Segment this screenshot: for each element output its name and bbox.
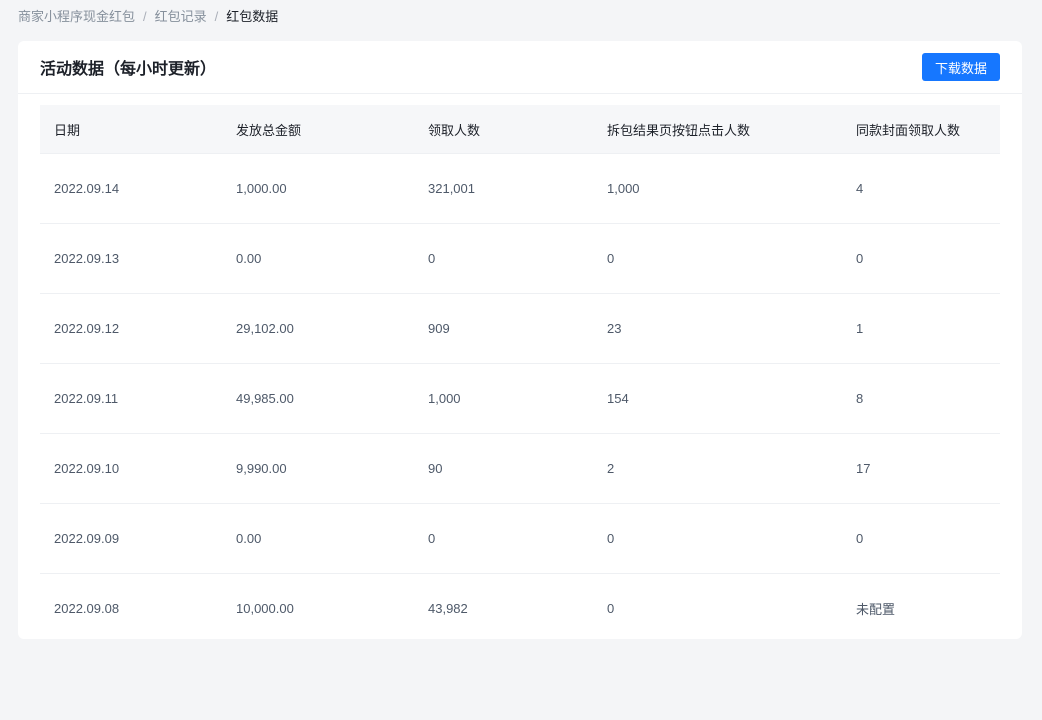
- table-row: 2022.09.12 29,102.00 909 23 1: [40, 294, 1000, 364]
- breadcrumb-item-redpacket-records[interactable]: 红包记录: [155, 8, 207, 26]
- column-header-button-clicks: 拆包结果页按钮点击人数: [607, 122, 751, 138]
- breadcrumb-separator: /: [214, 9, 219, 24]
- cell-receivers: 0: [428, 531, 436, 546]
- cell-button-clicks: 1,000: [607, 181, 640, 196]
- cell-button-clicks: 0: [607, 601, 615, 616]
- cell-same-cover-receivers: 17: [856, 461, 871, 476]
- cell-total-amount: 9,990.00: [236, 461, 287, 476]
- table-row: 2022.09.13 0.00 0 0 0: [40, 224, 1000, 294]
- cell-date: 2022.09.13: [54, 251, 120, 266]
- cell-receivers: 90: [428, 461, 443, 476]
- cell-total-amount: 29,102.00: [236, 321, 294, 336]
- cell-date: 2022.09.11: [54, 391, 119, 406]
- cell-same-cover-receivers: 8: [856, 391, 864, 406]
- column-header-date: 日期: [54, 122, 81, 138]
- cell-date: 2022.09.10: [54, 461, 120, 476]
- data-table: 日期 发放总金额 领取人数 拆包结果页按钮点击人数 同款封面领取人数 2022.…: [40, 105, 1000, 643]
- table-row: 2022.09.10 9,990.00 90 2 17: [40, 434, 1000, 504]
- cell-receivers: 0: [428, 251, 436, 266]
- column-header-same-cover-receivers: 同款封面领取人数: [856, 122, 961, 138]
- table-row: 2022.09.08 10,000.00 43,982 0 未配置: [40, 574, 1000, 643]
- cell-button-clicks: 0: [607, 251, 615, 266]
- table-row: 2022.09.11 49,985.00 1,000 154 8: [40, 364, 1000, 434]
- cell-button-clicks: 154: [607, 391, 629, 406]
- cell-date: 2022.09.14: [54, 181, 120, 196]
- breadcrumb-separator: /: [143, 9, 147, 24]
- cell-total-amount: 0.00: [236, 531, 262, 546]
- cell-receivers: 1,000: [428, 391, 461, 406]
- cell-same-cover-receivers: 1: [856, 321, 864, 336]
- cell-total-amount: 0.00: [236, 251, 262, 266]
- cell-same-cover-receivers: 0: [856, 531, 864, 546]
- page-title: 活动数据（每小时更新）: [40, 61, 217, 78]
- cell-same-cover-receivers: 0: [856, 251, 864, 266]
- cell-same-cover-receivers: 未配置: [856, 602, 896, 617]
- cell-date: 2022.09.08: [54, 601, 120, 616]
- cell-receivers: 909: [428, 321, 450, 336]
- cell-button-clicks: 2: [607, 461, 615, 476]
- breadcrumb-current: 红包数据: [226, 9, 279, 24]
- table-row: 2022.09.14 1,000.00 321,001 1,000 4: [40, 154, 1000, 224]
- table-row: 2022.09.09 0.00 0 0 0: [40, 504, 1000, 574]
- column-header-total-amount: 发放总金额: [236, 122, 302, 138]
- cell-date: 2022.09.09: [54, 531, 120, 546]
- cell-total-amount: 10,000.00: [236, 601, 294, 616]
- activity-data-card: 活动数据（每小时更新） 下载数据 日期 发放总金额 领取人数 拆包结果页按钮点击…: [18, 41, 1022, 639]
- cell-date: 2022.09.12: [54, 321, 120, 336]
- cell-total-amount: 1,000.00: [236, 181, 287, 196]
- cell-same-cover-receivers: 4: [856, 181, 864, 196]
- breadcrumb: 商家小程序现金红包 / 红包记录 / 红包数据: [18, 8, 278, 26]
- breadcrumb-item-cash-redpacket[interactable]: 商家小程序现金红包: [18, 8, 135, 26]
- cell-total-amount: 49,985.00: [236, 391, 294, 406]
- card-header: 活动数据（每小时更新） 下载数据: [18, 41, 1022, 94]
- cell-receivers: 321,001: [428, 181, 475, 196]
- download-data-button[interactable]: 下载数据: [922, 53, 1000, 81]
- cell-button-clicks: 0: [607, 531, 615, 546]
- cell-receivers: 43,982: [428, 601, 468, 616]
- table-header: 日期 发放总金额 领取人数 拆包结果页按钮点击人数 同款封面领取人数: [40, 105, 1000, 154]
- cell-button-clicks: 23: [607, 321, 622, 336]
- column-header-receivers: 领取人数: [428, 122, 481, 138]
